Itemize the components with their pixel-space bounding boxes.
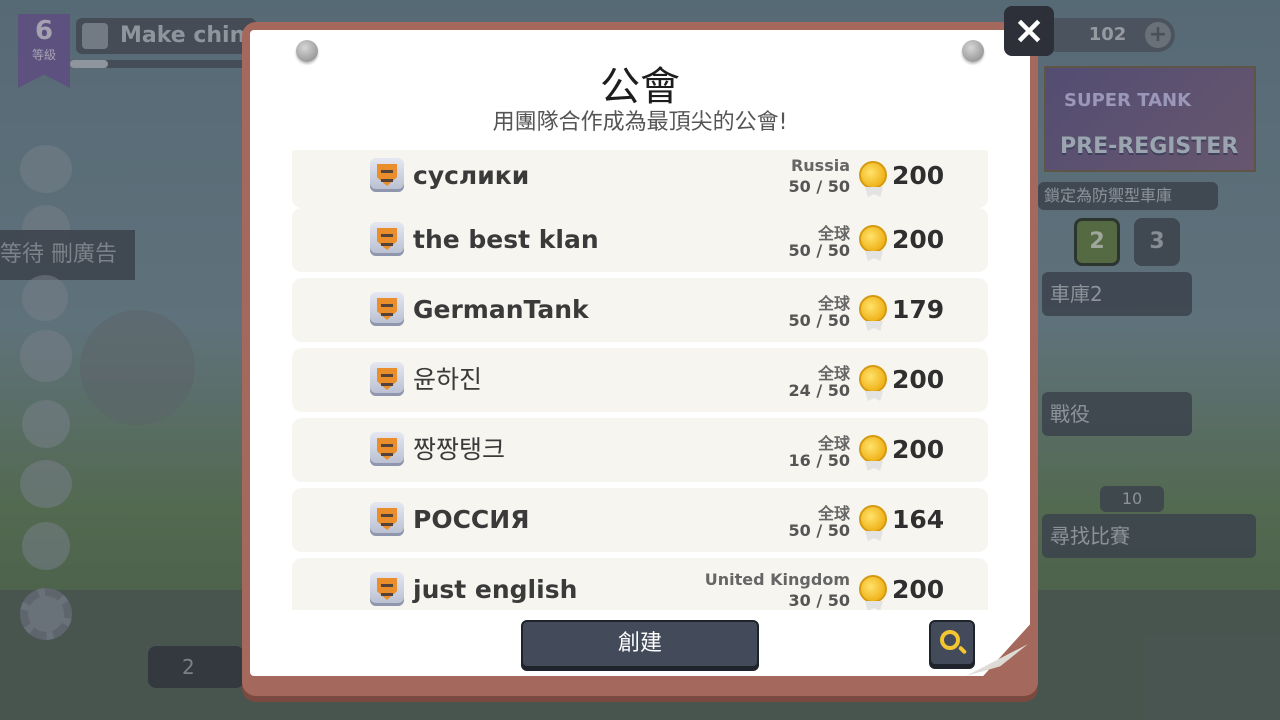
guild-trophies: 200 — [892, 575, 945, 604]
guild-shield-icon — [370, 502, 404, 536]
guild-row[interactable]: 짱짱탱크 全球 16 / 50 200 — [292, 418, 988, 482]
guild-name: 윤하진 — [413, 365, 483, 394]
close-button[interactable]: × — [1004, 6, 1054, 56]
guild-row[interactable]: 윤하진 全球 24 / 50 200 — [292, 348, 988, 412]
trophy-medal-icon — [859, 505, 887, 533]
guild-row[interactable]: GermanTank 全球 50 / 50 179 — [292, 278, 988, 342]
guild-name: 짱짱탱크 — [413, 435, 506, 464]
trophy-medal-icon — [859, 295, 887, 323]
guild-members: 50 / 50 — [788, 521, 850, 540]
guild-name: РОССИЯ — [413, 505, 530, 534]
guild-region: Russia — [790, 156, 850, 175]
search-icon — [940, 630, 960, 650]
create-guild-button[interactable]: 創建 — [521, 620, 759, 668]
guild-trophies: 200 — [892, 435, 945, 464]
guild-trophies: 200 — [892, 225, 945, 254]
guild-members: 50 / 50 — [788, 177, 850, 196]
trophy-medal-icon — [859, 435, 887, 463]
trophy-medal-icon — [859, 161, 887, 189]
guild-region: United Kingdom — [704, 570, 850, 589]
trophy-medal-icon — [859, 575, 887, 603]
search-guild-button[interactable] — [929, 620, 975, 666]
guild-name: just english — [413, 575, 578, 604]
trophy-medal-icon — [859, 365, 887, 393]
guild-shield-icon — [370, 362, 404, 396]
close-icon: × — [1013, 8, 1045, 52]
guild-name: суслики — [413, 161, 530, 190]
guild-members: 30 / 50 — [788, 591, 850, 610]
guild-shield-icon — [370, 292, 404, 326]
guild-list[interactable]: суслики Russia 50 / 50 200 the best klan… — [292, 150, 988, 610]
guild-trophies: 200 — [892, 365, 945, 394]
guild-members: 50 / 50 — [788, 311, 850, 330]
guild-trophies: 200 — [892, 161, 945, 190]
guild-shield-icon — [370, 222, 404, 256]
guild-trophies: 164 — [892, 505, 945, 534]
guild-row[interactable]: just english United Kingdom 30 / 50 200 — [292, 558, 988, 610]
guild-members: 50 / 50 — [788, 241, 850, 260]
dialog-subtitle: 用團隊合作成為最頂尖的公會! — [492, 110, 788, 135]
guild-row[interactable]: РОССИЯ 全球 50 / 50 164 — [292, 488, 988, 552]
guild-name: the best klan — [413, 225, 599, 254]
trophy-medal-icon — [859, 225, 887, 253]
guild-shield-icon — [370, 572, 404, 606]
guild-row[interactable]: the best klan 全球 50 / 50 200 — [292, 208, 988, 272]
guild-members: 24 / 50 — [788, 381, 850, 400]
guild-shield-icon — [370, 158, 404, 192]
guild-row[interactable]: суслики Russia 50 / 50 200 — [292, 150, 988, 208]
guild-trophies: 179 — [892, 295, 945, 324]
guild-members: 16 / 50 — [788, 451, 850, 470]
guild-name: GermanTank — [413, 295, 589, 324]
guild-shield-icon — [370, 432, 404, 466]
